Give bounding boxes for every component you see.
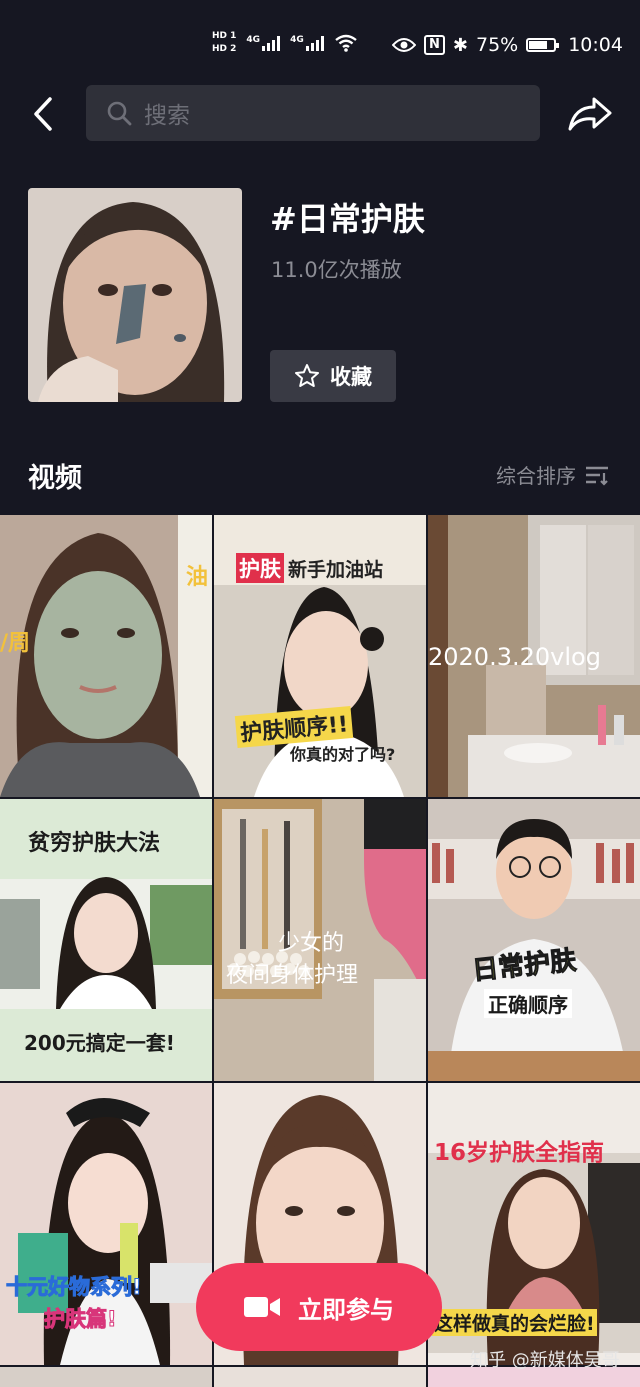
signal-2-icon (305, 35, 324, 51)
network-indicators: HD 1 HD 2 4G 4G (212, 30, 358, 56)
video-caption: 正确顺序 (484, 989, 572, 1018)
status-right: N ✱ 75% 10:04 (392, 34, 623, 56)
video-camera-icon (244, 1297, 280, 1317)
video-card[interactable]: 油 /周 (0, 515, 212, 797)
video-caption: 油 (186, 565, 209, 590)
join-challenge-button[interactable]: 立即参与 (196, 1263, 442, 1351)
video-card[interactable]: 2020.3.20vlog (428, 515, 640, 797)
video-caption: 你真的对了吗? (290, 745, 396, 764)
video-caption: 新手加油站 (288, 559, 384, 581)
videos-section-title: 视频 (28, 463, 82, 494)
network-1-label: 4G (246, 35, 261, 45)
bluetooth-icon: ✱ (452, 34, 468, 56)
video-caption: 夜间身体护理 (226, 963, 359, 988)
eye-icon (392, 38, 416, 52)
wifi-icon (334, 34, 357, 52)
nfc-icon: N (424, 35, 445, 55)
hd-1-label: HD 1 (212, 31, 237, 41)
video-card[interactable] (0, 1367, 212, 1387)
video-caption: /周 (0, 631, 31, 656)
video-caption: 贫穷护肤大法 (28, 831, 161, 856)
search-placeholder: 搜索 (144, 103, 190, 129)
status-bar: HD 1 HD 2 4G 4G N ✱ 75% 10:04 (0, 0, 640, 88)
video-caption: 护肤篇! (44, 1307, 118, 1332)
favorite-button[interactable]: 收藏 (270, 350, 396, 402)
video-caption: 2020.3.20vlog (428, 643, 601, 671)
network-2-label: 4G (290, 35, 304, 45)
sort-dropdown[interactable]: 综合排序 (496, 460, 610, 489)
hd-2-label: HD 2 (212, 44, 237, 54)
sort-label: 综合排序 (496, 464, 576, 488)
battery-icon (526, 38, 560, 52)
top-bar: 搜索 (0, 85, 640, 143)
video-card[interactable]: 16岁护肤全指南 这样做真的会烂脸! (428, 1083, 640, 1365)
hd-indicator: HD 1 HD 2 (212, 30, 236, 56)
video-caption: 16岁护肤全指南 (434, 1140, 605, 1166)
video-caption: 200元搞定一套! (24, 1031, 175, 1055)
video-card[interactable]: 日常护肤 正确顺序 (428, 799, 640, 1081)
topic-title: #日常护肤 (270, 200, 425, 238)
battery-percent: 75% (475, 34, 519, 56)
video-caption: 这样做真的会烂脸! (432, 1309, 597, 1336)
clock: 10:04 (568, 34, 623, 56)
video-caption: 护肤 (236, 553, 284, 583)
watermark: 知乎 @新媒体吴哥 (470, 1350, 620, 1371)
topic-play-count: 11.0亿次播放 (271, 258, 402, 282)
star-icon (295, 364, 319, 387)
signal-1-icon (262, 35, 281, 51)
share-icon[interactable] (566, 93, 614, 135)
video-caption: 十元好物系列! (6, 1275, 143, 1300)
video-card[interactable]: 十元好物系列! 护肤篇! (0, 1083, 212, 1365)
video-card[interactable] (214, 1367, 426, 1387)
favorite-label: 收藏 (330, 365, 372, 389)
search-icon (107, 101, 132, 126)
video-card[interactable]: 少女的 夜间身体护理 (214, 799, 426, 1081)
join-label: 立即参与 (298, 1295, 394, 1324)
sort-icon (586, 466, 608, 486)
topic-cover-image (28, 188, 242, 402)
video-card[interactable]: 贫穷护肤大法 200元搞定一套! (0, 799, 212, 1081)
video-card[interactable]: 护肤 新手加油站 护肤顺序!! 你真的对了吗? (214, 515, 426, 797)
video-caption: 少女的 (278, 931, 345, 956)
back-arrow-icon[interactable] (28, 93, 68, 135)
search-bar[interactable]: 搜索 (86, 85, 540, 141)
